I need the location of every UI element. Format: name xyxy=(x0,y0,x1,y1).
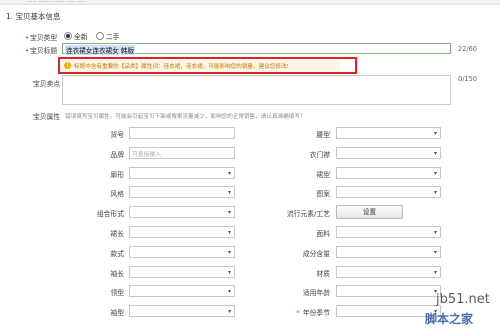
product-title-value: 连衣裙女连衣裙女 韩版 xyxy=(65,45,136,55)
top-cut-text: ---- ----- ------ ---- ---- xyxy=(28,0,86,5)
product-type-label: •宝贝类型 xyxy=(25,34,58,42)
attr-select[interactable]: ▾ xyxy=(129,167,235,179)
settings-button[interactable]: 设置 xyxy=(336,205,403,219)
chevron-down-icon: ▾ xyxy=(227,288,231,295)
required-mark: • xyxy=(25,34,30,42)
attr-placeholder: 可直接输入 xyxy=(132,152,161,158)
watermark-name: 脚本之家 xyxy=(425,312,474,326)
attr-label-text: 裙型 xyxy=(316,171,330,179)
chevron-down-icon: ▾ xyxy=(433,249,437,256)
attr-select[interactable]: ▾ xyxy=(336,167,441,179)
product-title-counter: 22/60 xyxy=(458,45,478,53)
chevron-down-icon: ▾ xyxy=(433,229,437,236)
chevron-down-icon: ▾ xyxy=(433,130,437,137)
attr-select[interactable]: ▾ xyxy=(336,186,441,198)
attr-label: 适用年龄 xyxy=(270,287,330,297)
product-title-label: •宝贝标题 xyxy=(25,47,58,55)
attr-label: 流行元素/工艺 xyxy=(270,208,330,218)
attr-select[interactable]: ▾ xyxy=(336,266,441,278)
product-type-radio-group: 全新 二手 xyxy=(64,31,125,41)
attr-label: 衣门襟 xyxy=(270,149,330,159)
attr-label: 袖长 xyxy=(110,270,124,278)
attr-label: 成分含量 xyxy=(270,248,330,258)
attributes-label: 宝贝属性 xyxy=(33,113,61,121)
attr-input[interactable]: 可直接输入 xyxy=(129,147,235,159)
attr-select[interactable]: ▾ xyxy=(336,147,441,159)
chevron-down-icon: ▾ xyxy=(227,308,231,315)
chevron-down-icon: ▾ xyxy=(227,269,231,276)
attr-label: 组合形式 xyxy=(96,210,124,218)
radio-option-used[interactable]: 二手 xyxy=(95,32,119,41)
attr-label: 货号 xyxy=(110,131,124,139)
attr-label-text: 适用年龄 xyxy=(302,289,330,297)
product-desc-counter: 0/150 xyxy=(458,75,478,83)
attr-label: 裙长 xyxy=(110,230,124,238)
chevron-down-icon: ▾ xyxy=(227,229,231,236)
chevron-down-icon: ▾ xyxy=(227,189,231,196)
attr-label-text: 面料 xyxy=(316,230,330,238)
attr-select[interactable]: ▾ xyxy=(129,186,235,198)
attr-input[interactable] xyxy=(129,127,235,139)
attr-label-text: 流行元素/工艺 xyxy=(286,210,330,218)
attr-label: 腰型 xyxy=(270,129,330,139)
required-mark: * xyxy=(296,309,302,317)
product-desc-textarea[interactable] xyxy=(62,75,451,105)
watermark-site: jb51.net xyxy=(436,292,490,307)
top-strip: ---- ----- ------ ---- ---- xyxy=(0,0,500,5)
attr-select[interactable]: ▾ xyxy=(336,127,441,139)
product-desc-label: 宝贝卖点 xyxy=(33,80,61,88)
chevron-down-icon: ▾ xyxy=(227,249,231,256)
attr-label: 裙型 xyxy=(270,169,330,179)
chevron-down-icon: ▾ xyxy=(433,189,437,196)
attr-label: * 年份季节 xyxy=(270,307,330,317)
section-title: 1. 宝贝基本信息 xyxy=(6,12,61,21)
attr-label: 袖型 xyxy=(110,309,124,317)
warning-highlight-box xyxy=(58,57,357,74)
attr-label: 廓形 xyxy=(110,171,124,179)
attr-select[interactable]: ▾ xyxy=(336,246,441,258)
attr-label: 面料 xyxy=(270,228,330,238)
attr-label: 风格 xyxy=(110,190,124,198)
attr-label: 图案 xyxy=(270,188,330,198)
chevron-down-icon: ▾ xyxy=(433,269,437,276)
radio-selected-icon xyxy=(64,32,72,40)
attr-label-text: 腰型 xyxy=(316,131,330,139)
required-mark: • xyxy=(25,47,30,55)
attr-label-text: 材质 xyxy=(316,270,330,278)
attr-label-text: 图案 xyxy=(316,190,330,198)
chevron-down-icon: ▾ xyxy=(227,170,231,177)
attr-label: 材质 xyxy=(270,268,330,278)
attr-label: 领型 xyxy=(110,289,124,297)
chevron-down-icon: ▾ xyxy=(433,170,437,177)
attr-label-text: 年份季节 xyxy=(302,309,330,317)
chevron-down-icon: ▾ xyxy=(227,209,231,216)
attr-label-text: 衣门襟 xyxy=(309,151,330,159)
attr-select[interactable]: ▾ xyxy=(129,266,235,278)
attr-select[interactable]: ▾ xyxy=(336,226,441,238)
attr-select[interactable]: ▾ xyxy=(129,246,235,258)
attr-label: 款式 xyxy=(110,250,124,258)
attr-select[interactable]: ▾ xyxy=(129,305,235,317)
chevron-down-icon: ▾ xyxy=(433,150,437,157)
radio-option-new[interactable]: 全新 xyxy=(64,32,88,41)
attr-select[interactable]: ▾ xyxy=(129,206,235,218)
attr-label: 品牌 xyxy=(110,151,124,159)
attr-select[interactable]: ▾ xyxy=(129,226,235,238)
radio-unselected-icon xyxy=(95,32,104,40)
attr-select[interactable]: ▾ xyxy=(129,285,235,297)
attr-label-text: 成分含量 xyxy=(302,250,330,258)
product-title-input[interactable]: 连衣裙女连衣裙女 韩版 xyxy=(62,43,451,55)
attributes-hint: 错误填写宝贝属性，可能会引起宝贝下架或搜索流量减少，影响您的正常销售，请认真准确… xyxy=(65,114,306,120)
attr-select[interactable]: ▾ xyxy=(336,285,441,297)
